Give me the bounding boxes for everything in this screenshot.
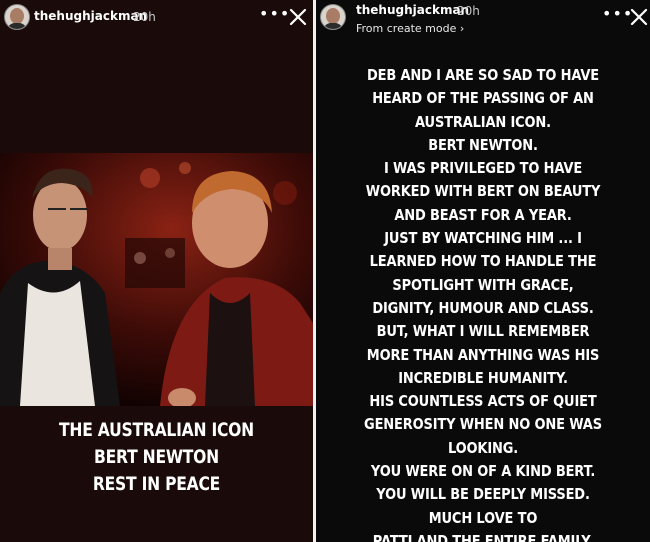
text-line: YOU WILL BE DEEPLY MISSED. xyxy=(376,485,590,504)
username[interactable]: thehughjackman xyxy=(356,3,469,17)
text-line: AND BEAST FOR A YEAR. xyxy=(394,205,572,224)
right-story-panel: thehughjackman 20h From create mode › ••… xyxy=(316,0,650,542)
avatar[interactable] xyxy=(4,4,30,30)
more-horizontal-icon[interactable]: ••• xyxy=(602,4,633,23)
left-story-panel: thehughjackman 20h ••• THE AUSTRALIAN IC… xyxy=(0,0,313,542)
text-line: BERT NEWTON. xyxy=(428,135,538,154)
post-time: 20h xyxy=(133,10,156,24)
text-line: HIS COUNTLESS ACTS OF QUIET xyxy=(369,392,597,411)
chevron-right-icon: › xyxy=(459,22,465,35)
post-time: 20h xyxy=(457,4,480,18)
avatar[interactable] xyxy=(320,4,346,30)
text-line: LOOKING. xyxy=(447,438,519,457)
close-icon[interactable] xyxy=(289,8,307,26)
text-line: LEARNED HOW TO HANDLE THE xyxy=(369,252,597,271)
text-line: JUST BY WATCHING HIM ... I xyxy=(384,229,582,248)
text-line: GENEROSITY WHEN NO ONE WAS xyxy=(364,415,602,434)
username[interactable]: thehughjackman xyxy=(34,9,147,23)
more-horizontal-icon[interactable]: ••• xyxy=(259,4,290,23)
text-line: YOU WERE ON OF A KIND BERT. xyxy=(370,462,596,481)
create-mode-label: From create mode xyxy=(356,22,457,35)
story-caption: THE AUSTRALIAN ICON BERT NEWTON REST IN … xyxy=(0,417,313,498)
close-icon[interactable] xyxy=(630,8,648,26)
text-line: SPOTLIGHT WITH GRACE, xyxy=(392,275,574,294)
text-line: WORKED WITH BERT ON BEAUTY xyxy=(365,182,601,201)
text-line: PATTI AND THE ENTIRE FAMILY. xyxy=(372,531,594,542)
text-line: INCREDIBLE HUMANITY. xyxy=(398,368,568,387)
create-mode-link[interactable]: From create mode › xyxy=(356,22,464,35)
story-header: thehughjackman 20h From create mode › ••… xyxy=(316,0,650,40)
story-photo xyxy=(0,153,313,406)
story-header: thehughjackman 20h ••• xyxy=(0,0,313,40)
caption-line: BERT NEWTON xyxy=(94,446,219,468)
text-line: AUSTRALIAN ICON. xyxy=(415,112,551,131)
story-text: DEB AND I ARE SO SAD TO HAVE HEARD OF TH… xyxy=(316,64,650,542)
text-line: HEARD OF THE PASSING OF AN xyxy=(372,89,594,108)
text-line: BUT, WHAT I WILL REMEMBER xyxy=(376,322,590,341)
text-line: DEB AND I ARE SO SAD TO HAVE xyxy=(367,66,599,84)
text-line: DIGNITY, HUMOUR AND CLASS. xyxy=(372,298,594,317)
caption-line: THE AUSTRALIAN ICON xyxy=(59,419,254,441)
text-line: MORE THAN ANYTHING WAS HIS xyxy=(366,345,600,364)
text-line: I WAS PRIVILEGED TO HAVE xyxy=(383,159,583,178)
text-line: MUCH LOVE TO xyxy=(428,508,538,527)
caption-line: REST IN PEACE xyxy=(92,473,221,495)
